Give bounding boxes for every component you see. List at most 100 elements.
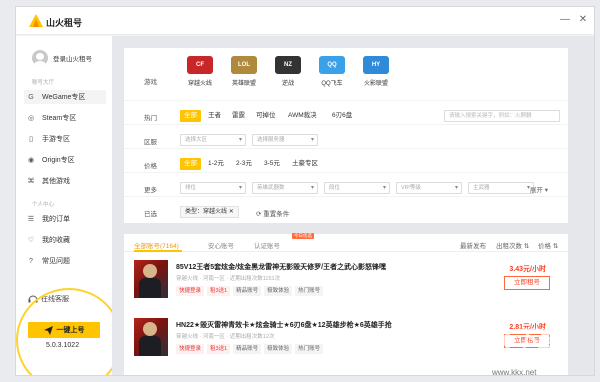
- chevron-down-icon: ▾: [310, 137, 314, 143]
- sort-price[interactable]: 价格 ⇅: [538, 240, 558, 250]
- game-label: 游戏: [144, 79, 157, 86]
- tab-verified[interactable]: 认证账号: [254, 240, 280, 250]
- close-icon[interactable]: ✕: [229, 209, 234, 215]
- huoying-logo-icon: HY: [363, 56, 389, 74]
- section-label-personal: 个人中心: [32, 202, 55, 208]
- sidebar-item-label: 其他游戏: [42, 178, 70, 185]
- main-weapon-select[interactable]: 主武器 ▾: [468, 182, 534, 194]
- sidebar-item-label: 手游专区: [42, 136, 70, 143]
- phone-icon: ▯: [29, 136, 33, 143]
- wegame-icon: G: [28, 93, 34, 101]
- more-row: 更多 排位 ▾ 英雄武器数 ▾ 段位 ▾ VIP等级 ▾ 主武器 ▾ 展开 ▾: [124, 179, 568, 197]
- login-link[interactable]: 登录山火租号: [53, 53, 92, 63]
- watermark-url: www.kkx.net: [492, 368, 537, 377]
- hot-tag-awm[interactable]: AWM裁决: [284, 110, 321, 122]
- selected-chip[interactable]: 类型：穿越火线 ✕: [180, 206, 239, 218]
- region-select-value: 选择大区: [185, 137, 208, 143]
- price-label: 价格: [144, 163, 157, 170]
- select-value: 段位: [329, 185, 341, 191]
- search-input[interactable]: 请输入搜索关键字，例如：火麒麟: [444, 110, 560, 122]
- list-tabs: 全部账号(7164) 安心账号 认证账号 今日优选 最新发布 出租次数 ⇅ 价格…: [124, 233, 568, 252]
- chevron-down-icon: ▾: [310, 185, 314, 191]
- price-tag-2-3[interactable]: 2-3元: [232, 158, 256, 170]
- game-qqspeed[interactable]: QQ QQ飞车: [314, 56, 350, 87]
- list-item[interactable]: 85V12王者5套炫金/炫金黑龙雷神无影毁天修罗/王者之武心影怒锋嘿 穿越火线 …: [134, 260, 564, 304]
- badge: 租3送1: [207, 344, 231, 354]
- expand-link[interactable]: 展开 ▾: [530, 184, 548, 194]
- sort-label: 价格: [538, 243, 551, 250]
- sidebar-item-label: Steam专区: [42, 115, 77, 122]
- selected-label: 已选: [144, 211, 157, 218]
- reset-label: 重置条件: [263, 211, 290, 218]
- sidebar-item-other[interactable]: ⌘ 其他游戏: [24, 174, 106, 188]
- game-nz[interactable]: NZ 逆战: [270, 56, 306, 87]
- game-lol[interactable]: LOL 英雄联盟: [226, 56, 262, 87]
- badge: 精品账号: [233, 286, 262, 296]
- sidebar-item-orders[interactable]: ☰ 我的订单: [24, 212, 106, 226]
- game-name: QQ飞车: [321, 81, 343, 87]
- sidebar-item-faq[interactable]: ? 常见问题: [24, 254, 106, 268]
- sort-rent-count[interactable]: 出租次数 ⇅: [496, 240, 529, 250]
- tier-select[interactable]: 段位 ▾: [324, 182, 390, 194]
- price-tag-1-2[interactable]: 1-2元: [204, 158, 228, 170]
- sidebar-item-origin[interactable]: ◉ Origin专区: [24, 153, 106, 167]
- filter-panel: 游戏 CF 穿越火线 LOL 英雄联盟 NZ 逆战 QQ QQ飞车 HY 火影联盟 热门 …: [124, 48, 568, 223]
- sidebar-item-label: 我的收藏: [42, 237, 70, 244]
- sidebar-item-steam[interactable]: ◎ Steam专区: [24, 111, 106, 125]
- sort-latest[interactable]: 最新发布: [460, 240, 486, 250]
- item-subtitle: 穿越火线 · 河南一区 · 近期出租次数12次: [176, 334, 275, 340]
- region-select[interactable]: 选择大区 ▾: [180, 134, 246, 146]
- item-price: 3.43元/小时: [509, 266, 546, 273]
- sidebar-item-mobile[interactable]: ▯ 手游专区: [24, 132, 106, 146]
- price-tag-3-5[interactable]: 3-5元: [260, 158, 284, 170]
- hot-row: 热门 全部 王者 雷霆 可掉位 AWM裁决 6刃6盘 请输入搜索关键字，例如：火…: [124, 107, 568, 125]
- sort-arrow-icon: ⇅: [523, 243, 530, 250]
- minimize-button[interactable]: —: [558, 13, 572, 27]
- sidebar-item-label: 我的订单: [42, 216, 70, 223]
- region-label: 区服: [144, 139, 157, 146]
- hot-tag-king[interactable]: 王者: [204, 110, 225, 122]
- origin-icon: ◉: [27, 157, 35, 164]
- sidebar-item-label: Origin专区: [42, 157, 75, 164]
- item-badges: 快捷登录 租3送1 精品账号 极致体验 热门账号: [176, 286, 324, 296]
- sidebar-item-label: 常见问题: [42, 258, 70, 265]
- heart-icon: ♡: [27, 237, 35, 244]
- select-value: 英雄武器数: [257, 185, 285, 191]
- rank-select[interactable]: 排位 ▾: [180, 182, 246, 194]
- chip-label: 类型：穿越火线: [185, 209, 228, 215]
- badge: 热门账号: [295, 286, 324, 296]
- close-button[interactable]: ✕: [576, 13, 590, 27]
- watermark-logo: KK下载: [476, 325, 563, 355]
- vip-select[interactable]: VIP等级 ▾: [396, 182, 462, 194]
- weapon-count-select[interactable]: 英雄武器数 ▾: [252, 182, 318, 194]
- game-huoying[interactable]: HY 火影联盟: [358, 56, 394, 87]
- question-icon: ?: [29, 257, 33, 265]
- sort-arrow-icon: ⇅: [552, 243, 559, 250]
- hot-tag-all[interactable]: 全部: [180, 110, 201, 122]
- hot-tag-droppable[interactable]: 可掉位: [252, 110, 280, 122]
- price-tag-all[interactable]: 全部: [180, 158, 201, 170]
- avatar[interactable]: [32, 50, 48, 66]
- item-subtitle: 穿越火线 · 河南一区 · 近期出租次数1151次: [176, 276, 281, 282]
- hot-badge: 今日优选: [292, 233, 314, 239]
- price-tag-rich[interactable]: 土豪专区: [288, 158, 322, 170]
- chevron-down-icon: ▾: [544, 187, 548, 194]
- account-thumbnail: [134, 318, 168, 356]
- server-select[interactable]: 选择服务器 ▾: [252, 134, 318, 146]
- select-value: VIP等级: [401, 185, 421, 191]
- region-row: 区服 选择大区 ▾ 选择服务器 ▾: [124, 131, 568, 149]
- badge: 热门账号: [295, 344, 324, 354]
- sidebar-item-wegame[interactable]: G WeGame专区: [24, 90, 106, 104]
- reset-button[interactable]: ⟳ 重置条件: [256, 208, 289, 218]
- account-thumbnail: [134, 260, 168, 298]
- tab-safe[interactable]: 安心账号: [208, 240, 234, 250]
- chevron-down-icon: ▾: [238, 137, 242, 143]
- tab-all[interactable]: 全部账号(7164): [134, 240, 179, 250]
- hot-tag-6blade[interactable]: 6刃6盘: [328, 110, 356, 122]
- sidebar-item-favorites[interactable]: ♡ 我的收藏: [24, 233, 106, 247]
- hot-label: 热门: [144, 115, 157, 122]
- rent-now-button[interactable]: 立即租号: [504, 276, 550, 290]
- game-cf[interactable]: CF 穿越火线: [182, 56, 218, 87]
- expand-label: 展开: [529, 187, 543, 194]
- hot-tag-thunder[interactable]: 雷霆: [228, 110, 249, 122]
